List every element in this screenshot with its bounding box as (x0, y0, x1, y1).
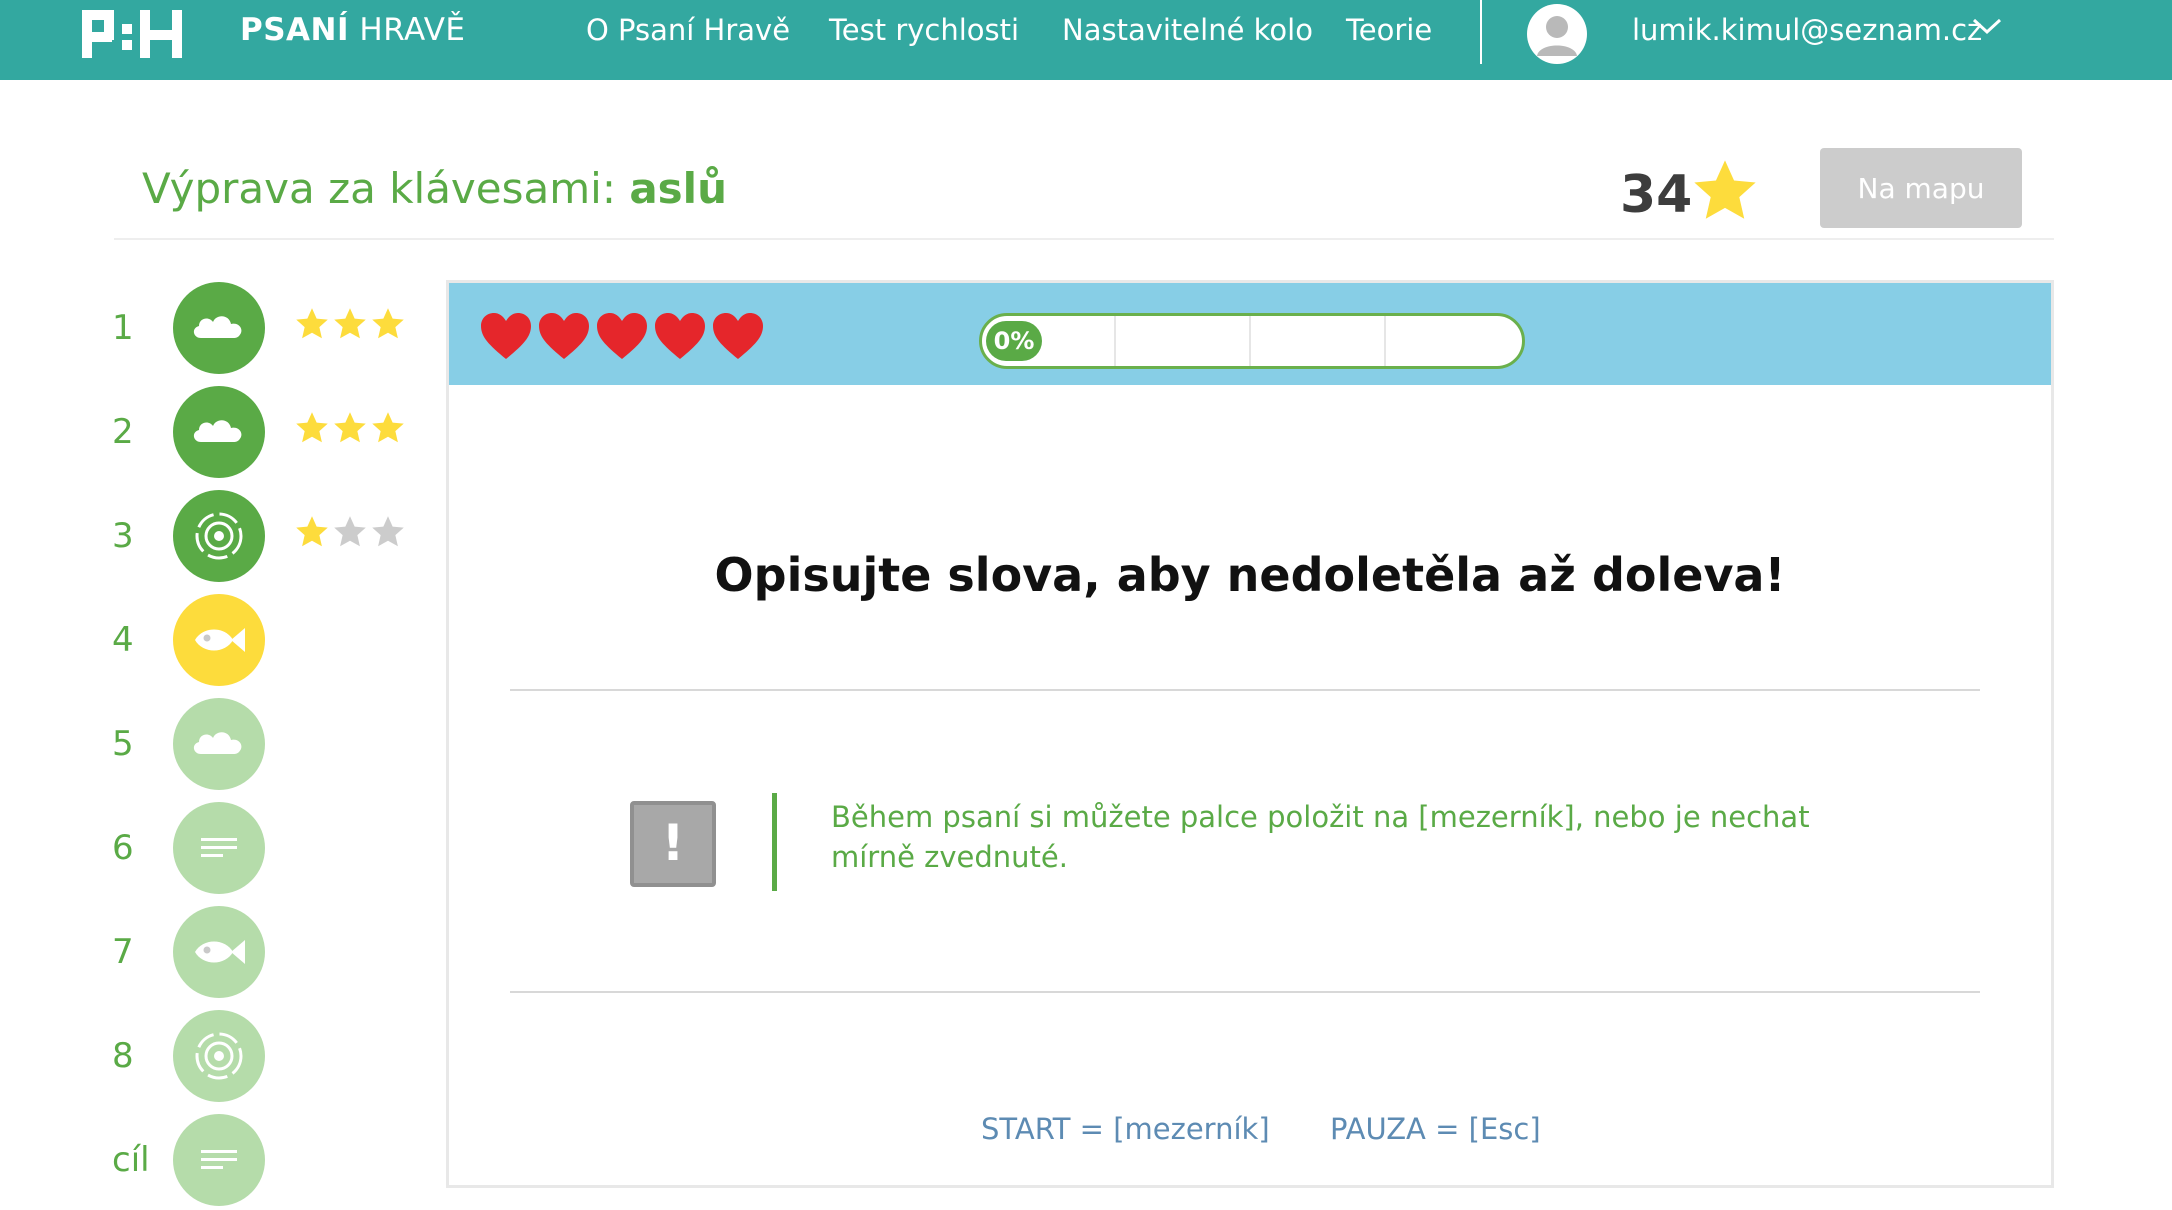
progress-segment-divider (1249, 316, 1251, 366)
nav-divider (1480, 0, 1482, 64)
star-icon (296, 308, 328, 339)
level-number: cíl (112, 1140, 150, 1180)
nav-link-custom-round[interactable]: Nastavitelné kolo (1062, 10, 1313, 50)
level-badge[interactable] (173, 386, 265, 478)
top-navigation-bar: PSANÍ HRAVĚ O Psaní Hravě Test rychlosti… (0, 0, 2172, 80)
star-icon (334, 308, 366, 339)
progress-segment-divider (1114, 316, 1116, 366)
level-item[interactable]: 3 (0, 488, 440, 584)
level-item[interactable]: 4 (0, 592, 440, 688)
brand-name-light: HRAVĚ (359, 12, 466, 48)
level-item[interactable]: cíl (0, 1112, 440, 1208)
fish-icon (195, 940, 245, 964)
level-badge[interactable] (173, 1010, 265, 1102)
progress-bar: 0% (979, 313, 1525, 369)
star-icon (296, 412, 328, 443)
exclamation-icon: ! (630, 801, 716, 887)
game-panel[interactable]: 0% Opisujte slova, aby nedoletěla až dol… (446, 280, 2054, 1188)
target-icon (195, 1032, 243, 1080)
psani-hrave-logo[interactable] (82, 6, 186, 62)
game-status-bar: 0% (449, 283, 2051, 385)
level-number: 5 (112, 724, 134, 764)
heart-icon (539, 313, 589, 359)
chevron-down-icon[interactable] (1970, 14, 2004, 38)
text-lines-icon (201, 838, 237, 857)
level-number: 1 (112, 308, 134, 348)
level-number: 4 (112, 620, 134, 660)
progress-percent-label: 0% (986, 321, 1042, 361)
heart-icon (481, 313, 531, 359)
star-icon (296, 516, 328, 547)
level-number: 7 (112, 932, 134, 972)
shortcut-start: START = [mezerník] (981, 1112, 1270, 1146)
level-badge[interactable] (173, 698, 265, 790)
nav-link-theory[interactable]: Teorie (1346, 10, 1432, 50)
page-title: Výprava za klávesami: aslů (142, 162, 727, 216)
fish-icon (195, 628, 245, 652)
user-email[interactable]: lumik.kimul@seznam.cz (1632, 10, 1982, 50)
level-stars (294, 410, 408, 446)
star-icon (1694, 160, 1756, 219)
star-empty-icon (334, 516, 366, 547)
level-badge[interactable] (173, 490, 265, 582)
star-icon (372, 412, 404, 443)
target-icon (195, 512, 243, 560)
star-icon (334, 412, 366, 443)
header-divider (114, 238, 2054, 240)
level-number: 8 (112, 1036, 134, 1076)
level-item[interactable]: 1 (0, 280, 440, 376)
level-badge[interactable] (173, 802, 265, 894)
game-instruction: Opisujte slova, aby nedoletěla až doleva… (714, 548, 1786, 602)
progress-segment-divider (1384, 316, 1386, 366)
cloud-icon (193, 420, 242, 442)
level-badge[interactable] (173, 594, 265, 686)
level-badge[interactable] (173, 906, 265, 998)
brand-name[interactable]: PSANÍ HRAVĚ (240, 10, 466, 50)
divider-top (510, 689, 1980, 691)
map-button[interactable]: Na mapu (1820, 148, 2022, 228)
cloud-icon (193, 316, 242, 338)
cloud-icon (193, 732, 242, 754)
level-item[interactable]: 5 (0, 696, 440, 792)
lives-hearts (479, 311, 799, 367)
star-icon (372, 308, 404, 339)
level-stars (294, 514, 408, 550)
divider-bottom (510, 991, 1980, 993)
level-item[interactable]: 6 (0, 800, 440, 896)
level-badge[interactable] (173, 1114, 265, 1206)
total-stars-count: 34 (1620, 165, 1693, 225)
level-list: 1 2 3 4 5 6 7 8 cíl (0, 280, 440, 1210)
level-item[interactable]: 2 (0, 384, 440, 480)
tip-text: Během psaní si můžete palce položit na [… (831, 800, 1810, 874)
page-title-keys: aslů (629, 164, 727, 213)
level-stars (294, 306, 408, 342)
text-lines-icon (201, 1150, 237, 1169)
level-number: 2 (112, 412, 134, 452)
level-number: 3 (112, 516, 134, 556)
heart-icon (713, 313, 763, 359)
level-number: 6 (112, 828, 134, 868)
level-item[interactable]: 8 (0, 1008, 440, 1104)
level-badge[interactable] (173, 282, 265, 374)
level-item[interactable]: 7 (0, 904, 440, 1000)
brand-name-bold: PSANÍ (240, 12, 350, 48)
shortcut-pause: PAUZA = [Esc] (1330, 1112, 1541, 1146)
nav-link-speed-test[interactable]: Test rychlosti (829, 10, 1019, 50)
page-title-prefix: Výprava za klávesami: (142, 164, 616, 213)
heart-icon (597, 313, 647, 359)
tip-accent-bar (772, 793, 777, 891)
user-avatar-icon[interactable] (1527, 4, 1587, 64)
star-empty-icon (372, 516, 404, 547)
nav-link-about[interactable]: O Psaní Hravě (586, 10, 790, 50)
heart-icon (655, 313, 705, 359)
